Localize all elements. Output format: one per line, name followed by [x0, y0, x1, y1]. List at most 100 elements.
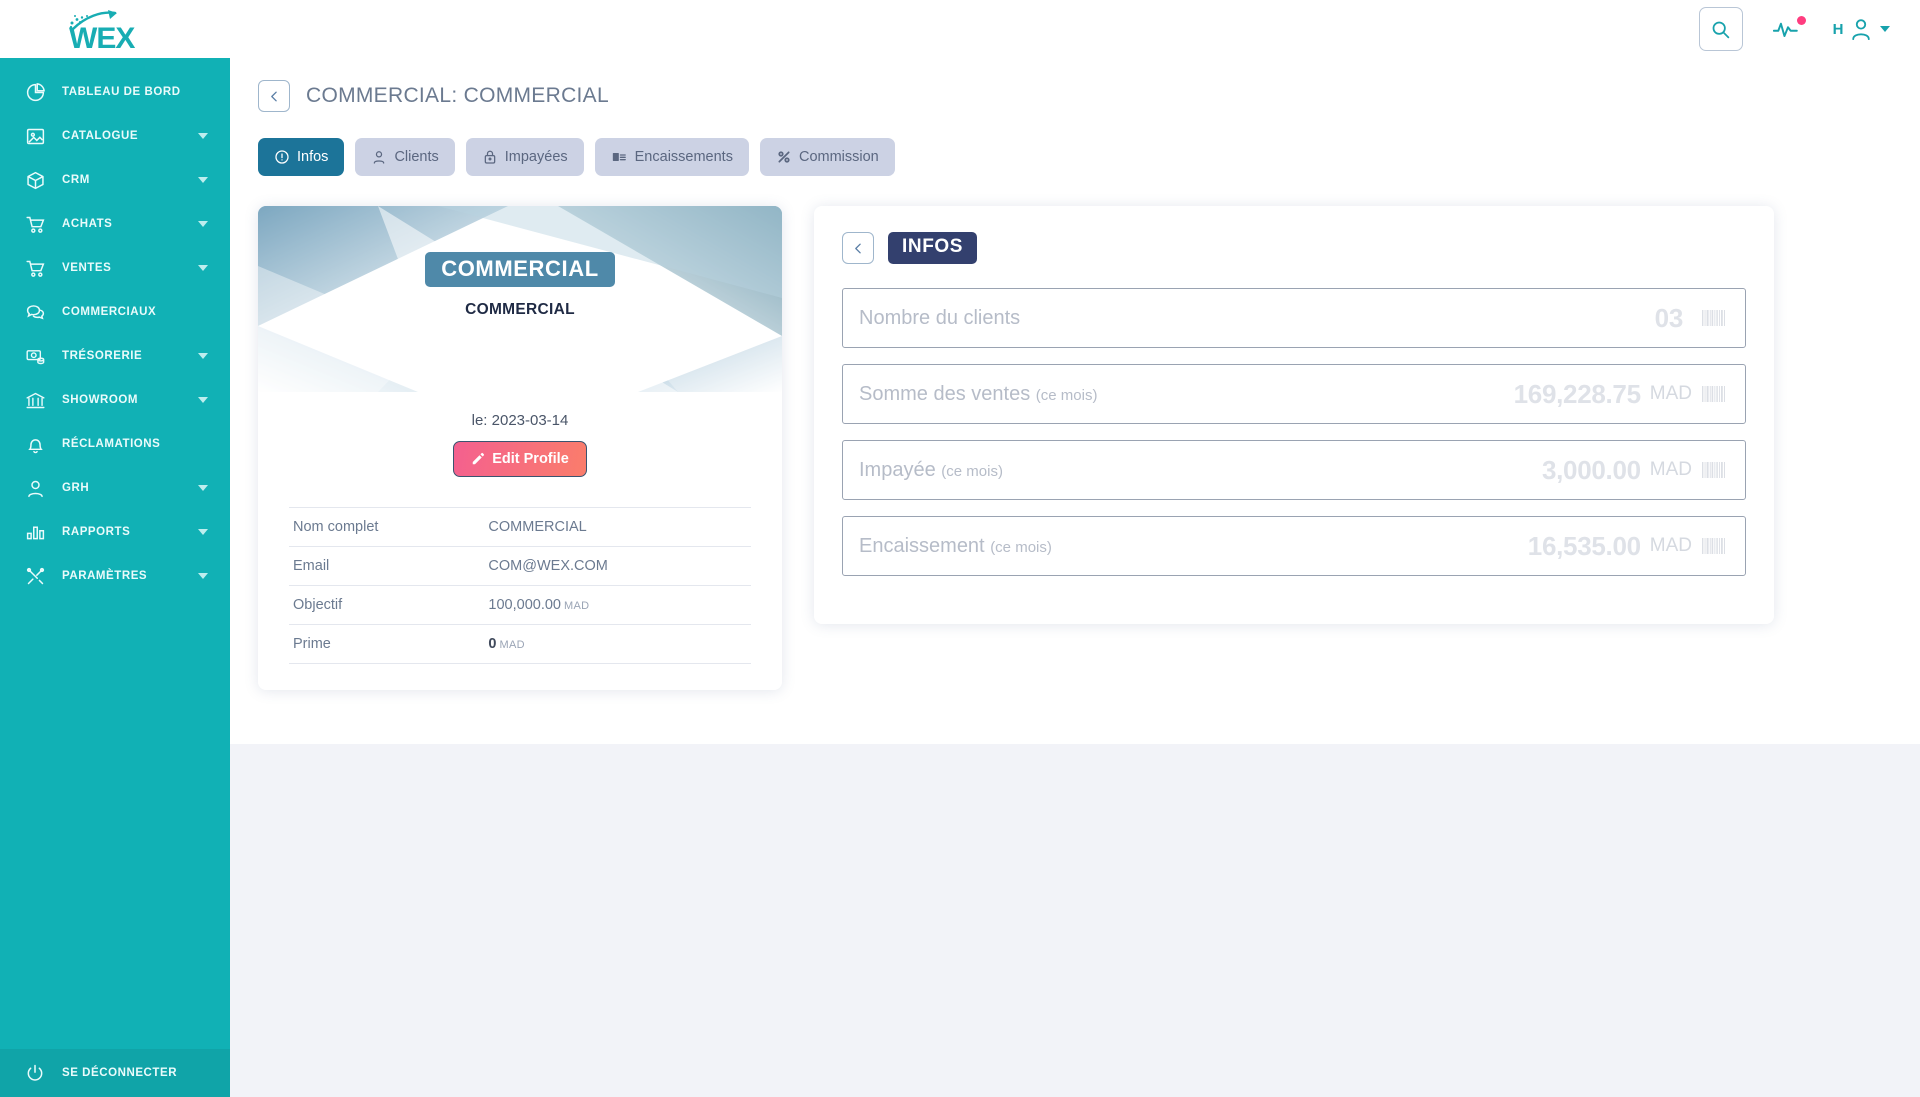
- chat-bubbles-icon: [22, 299, 48, 325]
- sidebar-item-label: CATALOGUE: [62, 130, 139, 142]
- detail-unit: MAD: [564, 600, 590, 612]
- infos-back-button[interactable]: [842, 232, 874, 264]
- search-button[interactable]: [1698, 7, 1743, 51]
- image-icon: [22, 123, 48, 149]
- sidebar-item-commerciaux[interactable]: COMMERCIAUX: [0, 290, 230, 334]
- sidebar-item-crm[interactable]: CRM: [0, 158, 230, 202]
- banner-content: COMMERCIAL COMMERCIAL: [258, 206, 782, 392]
- stat-unit: MAD: [1649, 459, 1692, 480]
- profile-details-table: Nom complet COMMERCIAL Email COM@WEX.COM…: [289, 507, 751, 664]
- profile-name-badge: COMMERCIAL: [425, 252, 615, 287]
- pie-chart-icon: [22, 79, 48, 105]
- page-title: COMMERCIAL: COMMERCIAL: [306, 84, 609, 107]
- tab-label: Infos: [297, 149, 329, 165]
- stat-right: 3,000.00 MAD: [1542, 455, 1727, 486]
- sidebar-item-label: PARAMÈTRES: [62, 570, 148, 582]
- detail-label: Email: [293, 558, 330, 574]
- sidebar-item-tableau-de-bord[interactable]: TABLEAU DE BORD: [0, 70, 230, 114]
- stat-row-impayee: Impayée (ce mois) 3,000.00 MAD: [842, 440, 1746, 500]
- user-icon: [1852, 19, 1870, 40]
- sidebar-item-showroom[interactable]: SHOWROOM: [0, 378, 230, 422]
- topbar-actions: H: [1698, 7, 1920, 51]
- stat-unit: MAD: [1649, 535, 1692, 556]
- stat-row-encaissement: Encaissement (ce mois) 16,535.00 MAD: [842, 516, 1746, 576]
- tab-commission[interactable]: Commission: [759, 138, 895, 176]
- stat-label: Impayée (ce mois): [859, 458, 1003, 481]
- chevron-down-icon: [198, 397, 208, 403]
- stat-unit: MAD: [1649, 383, 1692, 404]
- chevron-left-icon: [270, 91, 277, 101]
- tab-bar: Infos Clients Impayées Encaissements Com…: [258, 138, 1892, 176]
- detail-label: Nom complet: [293, 519, 379, 535]
- detail-label: Objectif: [293, 597, 343, 613]
- sidebar-item-ventes[interactable]: VENTES: [0, 246, 230, 290]
- sidebar-nav-list: TABLEAU DE BORD CATALOGUE CRM ACHATS VEN…: [0, 58, 230, 598]
- sidebar-item-rapports[interactable]: RAPPORTS: [0, 510, 230, 554]
- bell-icon: [22, 431, 48, 457]
- logout-label: SE DÉCONNECTER: [62, 1067, 178, 1079]
- chevron-down-icon: [198, 353, 208, 359]
- sidebar-item-parametres[interactable]: PARAMÈTRES: [0, 554, 230, 598]
- content-panel: COMMERCIAL: COMMERCIAL Infos Clients Imp…: [230, 58, 1920, 744]
- info-circle-icon: [275, 150, 289, 164]
- activity-button[interactable]: [1772, 16, 1806, 40]
- tab-encaissements[interactable]: Encaissements: [594, 138, 749, 176]
- tab-impayees[interactable]: Impayées: [465, 138, 584, 176]
- tab-infos[interactable]: Infos: [258, 138, 345, 176]
- sidebar-item-label: TABLEAU DE BORD: [62, 86, 181, 98]
- brand-logo[interactable]: WEX: [0, 0, 230, 58]
- chevron-down-icon: [1880, 26, 1890, 32]
- chevron-down-icon: [198, 485, 208, 491]
- tab-clients[interactable]: Clients: [355, 138, 455, 176]
- sidebar-item-reclamations[interactable]: RÉCLAMATIONS: [0, 422, 230, 466]
- detail-value: COMMERCIAL: [488, 519, 587, 535]
- sidebar-item-label: SHOWROOM: [62, 394, 138, 406]
- user-menu[interactable]: H: [1833, 17, 1890, 41]
- table-row: Objectif 100,000.00 MAD: [289, 586, 751, 625]
- sidebar-item-tresorerie[interactable]: TRÉSORERIE: [0, 334, 230, 378]
- detail-value: 0 MAD: [488, 636, 525, 652]
- table-row: Prime 0 MAD: [289, 625, 751, 664]
- cube-icon: [22, 167, 48, 193]
- infos-card: INFOS Nombre du clients 03 Somme des ven…: [814, 206, 1774, 624]
- barcode-icon: [1702, 462, 1725, 478]
- sidebar-item-label: CRM: [62, 174, 90, 186]
- sidebar-item-label: ACHATS: [62, 218, 113, 230]
- chevron-down-icon: [198, 221, 208, 227]
- sidebar-item-grh[interactable]: GRH: [0, 466, 230, 510]
- sidebar-item-achats[interactable]: ACHATS: [0, 202, 230, 246]
- logout-button[interactable]: SE DÉCONNECTER: [0, 1049, 230, 1097]
- chevron-down-icon: [198, 177, 208, 183]
- sidebar-item-label: RÉCLAMATIONS: [62, 438, 161, 450]
- cash-stack-icon: [612, 153, 626, 161]
- edit-profile-button[interactable]: Edit Profile: [453, 441, 587, 477]
- tools-icon: [22, 563, 48, 589]
- main-content: COMMERCIAL: COMMERCIAL Infos Clients Imp…: [230, 58, 1920, 1097]
- page-header: COMMERCIAL: COMMERCIAL: [258, 80, 1892, 112]
- sidebar-item-label: VENTES: [62, 262, 112, 274]
- sidebar-item-catalogue[interactable]: CATALOGUE: [0, 114, 230, 158]
- app-root: WEX H TABLEAU DE BORD CATALOGUE CRM ACHA…: [0, 0, 1920, 1097]
- pencil-icon: [472, 452, 485, 465]
- infos-badge: INFOS: [888, 232, 978, 264]
- sidebar: TABLEAU DE BORD CATALOGUE CRM ACHATS VEN…: [0, 58, 230, 1097]
- person-icon: [22, 475, 48, 501]
- power-icon: [22, 1060, 48, 1086]
- chevron-down-icon: [198, 529, 208, 535]
- bank-icon: [22, 387, 48, 413]
- chevron-down-icon: [198, 573, 208, 579]
- sidebar-item-label: GRH: [62, 482, 90, 494]
- profile-meta: le: 2023-03-14 Edit Profile: [258, 412, 782, 477]
- page-back-button[interactable]: [258, 80, 290, 112]
- profile-card: COMMERCIAL COMMERCIAL le: 2023-03-14 Edi…: [258, 206, 782, 690]
- table-row: Email COM@WEX.COM: [289, 547, 751, 586]
- chevron-down-icon: [198, 133, 208, 139]
- stat-value: 03: [1654, 302, 1684, 333]
- bar-chart-icon: [22, 519, 48, 545]
- tab-label: Impayées: [504, 149, 568, 165]
- profile-display-name: COMMERCIAL: [465, 301, 575, 318]
- top-bar: WEX H: [0, 0, 1920, 58]
- chevron-left-icon: [854, 243, 861, 253]
- table-row: Nom complet COMMERCIAL: [289, 507, 751, 547]
- sidebar-item-label: RAPPORTS: [62, 526, 131, 538]
